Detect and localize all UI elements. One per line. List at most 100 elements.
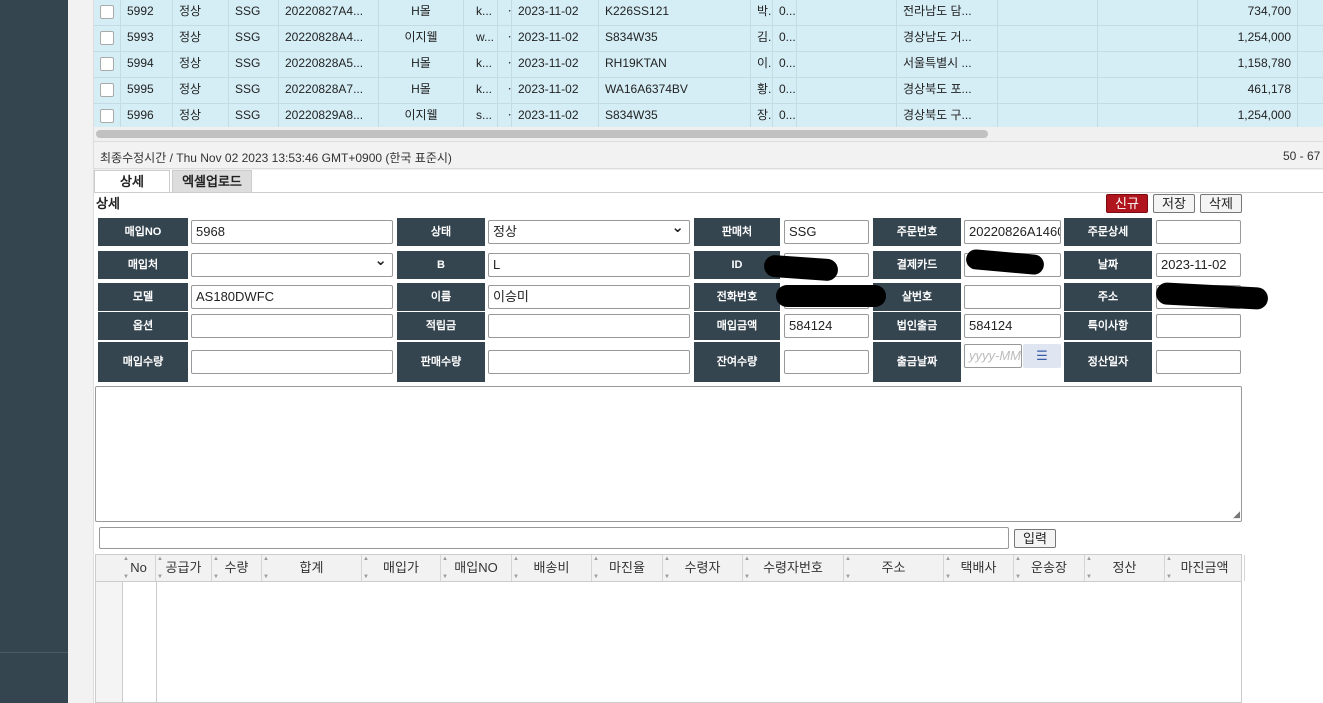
house-no-field[interactable] [964, 285, 1061, 309]
special-note-field[interactable] [1156, 314, 1241, 338]
column-header[interactable]: ▲ ▼ 합계 [262, 555, 362, 581]
sort-asc-icon[interactable]: ▲ [1166, 556, 1172, 562]
row-checkbox[interactable] [100, 5, 114, 19]
row-checkbox[interactable] [100, 83, 114, 97]
purchase-qty-field[interactable] [191, 350, 393, 374]
row-checkbox[interactable] [100, 57, 114, 71]
sort-asc-icon[interactable]: ▲ [363, 556, 369, 562]
column-header[interactable]: ▲ ▼ 배송비 [512, 555, 592, 581]
tab-excel-upload[interactable]: 엑셀업로드 [172, 170, 252, 192]
label-special-note: 특이사항 [1064, 312, 1152, 340]
sort-desc-icon[interactable]: ▼ [157, 574, 163, 580]
table-row[interactable]: 5996정상SSG20220829A8...이지웰 s...ㆍ2023-11-02… [94, 104, 1323, 127]
name-field[interactable]: 이승미 [488, 285, 690, 309]
purchase-amount-field[interactable]: 584124 [784, 314, 869, 338]
sort-desc-icon[interactable]: ▼ [664, 574, 670, 580]
sort-desc-icon[interactable]: ▼ [945, 574, 951, 580]
column-header-label: 배송비 [533, 560, 570, 575]
sort-asc-icon[interactable]: ▲ [213, 556, 219, 562]
sales-qty-field[interactable] [488, 350, 690, 374]
sort-asc-icon[interactable]: ▲ [845, 556, 851, 562]
delete-button[interactable]: 삭제 [1200, 194, 1242, 213]
column-header[interactable]: ▲ ▼ 정산 [1085, 555, 1165, 581]
table-row[interactable]: 5994정상SSG20220828A5...H몰k...ㆍ2023-11-02R… [94, 52, 1323, 78]
column-header[interactable]: ▲ ▼ 주소 [844, 555, 944, 581]
sort-desc-icon[interactable]: ▼ [263, 574, 269, 580]
sort-asc-icon[interactable]: ▲ [593, 556, 599, 562]
sort-asc-icon[interactable]: ▲ [123, 556, 129, 562]
purchase-no-field[interactable]: 5968 [191, 220, 393, 244]
cell-seller: SSG [229, 52, 279, 78]
cell-date: 2023-11-02 [512, 0, 599, 26]
status-select[interactable]: 정상 [488, 220, 690, 244]
table-row[interactable]: 5995정상SSG20220828A7...H몰k...ㆍ2023-11-02W… [94, 78, 1323, 104]
model-field[interactable]: AS180DWFC [191, 285, 393, 309]
column-header[interactable]: ▲ ▼ No [122, 555, 156, 581]
sort-desc-icon[interactable]: ▼ [363, 574, 369, 580]
sort-desc-icon[interactable]: ▼ [213, 574, 219, 580]
sort-asc-icon[interactable]: ▲ [1086, 556, 1092, 562]
purchase-from-select[interactable] [191, 253, 393, 277]
label-b: B [397, 251, 485, 279]
command-input[interactable] [99, 527, 1009, 549]
sort-desc-icon[interactable]: ▼ [744, 574, 750, 580]
remain-qty-field[interactable] [784, 350, 869, 374]
option-field[interactable] [191, 314, 393, 338]
cell-phone: 0... [773, 104, 797, 127]
table-row[interactable]: 5993정상SSG20220828A4...이지웰w...ㆍ2023-11-02… [94, 26, 1323, 52]
new-button[interactable]: 신규 [1106, 194, 1148, 213]
calendar-list-icon[interactable]: ☰ [1023, 344, 1061, 368]
sort-asc-icon[interactable]: ▲ [1015, 556, 1021, 562]
cell-order-no: 20220827A4... [279, 0, 379, 26]
column-header[interactable]: ▲ ▼ 수령자 [663, 555, 743, 581]
sort-desc-icon[interactable]: ▼ [1166, 574, 1172, 580]
column-header[interactable]: ▲ ▼ 매입NO [441, 555, 512, 581]
date-field[interactable]: 2023-11-02 [1156, 253, 1241, 277]
row-checkbox[interactable] [100, 31, 114, 45]
sort-asc-icon[interactable]: ▲ [945, 556, 951, 562]
sort-desc-icon[interactable]: ▼ [1086, 574, 1092, 580]
sort-desc-icon[interactable]: ▼ [1015, 574, 1021, 580]
points-field[interactable] [488, 314, 690, 338]
column-header[interactable]: ▲ ▼ 매입가 [362, 555, 441, 581]
settle-date-field[interactable] [1156, 350, 1241, 374]
order-no-field[interactable]: 20220826A1460 [964, 220, 1061, 244]
sort-asc-icon[interactable]: ▲ [744, 556, 750, 562]
column-header[interactable]: ▲ ▼ 수령자번호 [743, 555, 844, 581]
corp-withdraw-field[interactable]: 584124 [964, 314, 1061, 338]
column-header[interactable]: ▲ ▼ 공급가 [156, 555, 212, 581]
table-row[interactable]: 5992정상SSG20220827A4...H몰k...ㆍ2023-11-02K… [94, 0, 1323, 26]
cell-order-no: 20220828A4... [279, 26, 379, 52]
row-checkbox[interactable] [100, 109, 114, 123]
scrollbar-thumb[interactable] [96, 130, 988, 138]
withdraw-date-field[interactable]: yyyy-MM-dd [964, 344, 1022, 368]
line-grid-divider [122, 582, 123, 702]
column-header[interactable]: ▲ ▼ 마진율 [592, 555, 663, 581]
seller-field[interactable]: SSG [784, 220, 869, 244]
sort-asc-icon[interactable]: ▲ [442, 556, 448, 562]
sort-desc-icon[interactable]: ▼ [442, 574, 448, 580]
column-header-label: 합계 [299, 560, 324, 575]
sort-desc-icon[interactable]: ▼ [845, 574, 851, 580]
column-header[interactable]: ▲ ▼ 운송장 [1014, 555, 1085, 581]
horizontal-scrollbar[interactable] [94, 127, 1323, 141]
memo-textarea[interactable]: ◢ [95, 386, 1242, 522]
sort-desc-icon[interactable]: ▼ [593, 574, 599, 580]
sort-asc-icon[interactable]: ▲ [263, 556, 269, 562]
column-header[interactable]: ▲ ▼ 수량 [212, 555, 262, 581]
table-cell [1098, 78, 1198, 104]
sort-asc-icon[interactable]: ▲ [664, 556, 670, 562]
enter-button[interactable]: 입력 [1014, 529, 1056, 548]
save-button[interactable]: 저장 [1153, 194, 1195, 213]
column-header[interactable]: ▲ ▼ 마진금액 [1165, 555, 1245, 581]
sort-asc-icon[interactable]: ▲ [513, 556, 519, 562]
sort-desc-icon[interactable]: ▼ [513, 574, 519, 580]
tab-detail[interactable]: 상세 [94, 170, 170, 192]
order-detail-field[interactable] [1156, 220, 1241, 244]
table-cell [1298, 52, 1323, 78]
b-field[interactable]: L [488, 253, 690, 277]
resize-grip-icon[interactable]: ◢ [1233, 509, 1240, 520]
sort-desc-icon[interactable]: ▼ [123, 574, 129, 580]
sort-asc-icon[interactable]: ▲ [157, 556, 163, 562]
column-header[interactable]: ▲ ▼ 택배사 [944, 555, 1014, 581]
